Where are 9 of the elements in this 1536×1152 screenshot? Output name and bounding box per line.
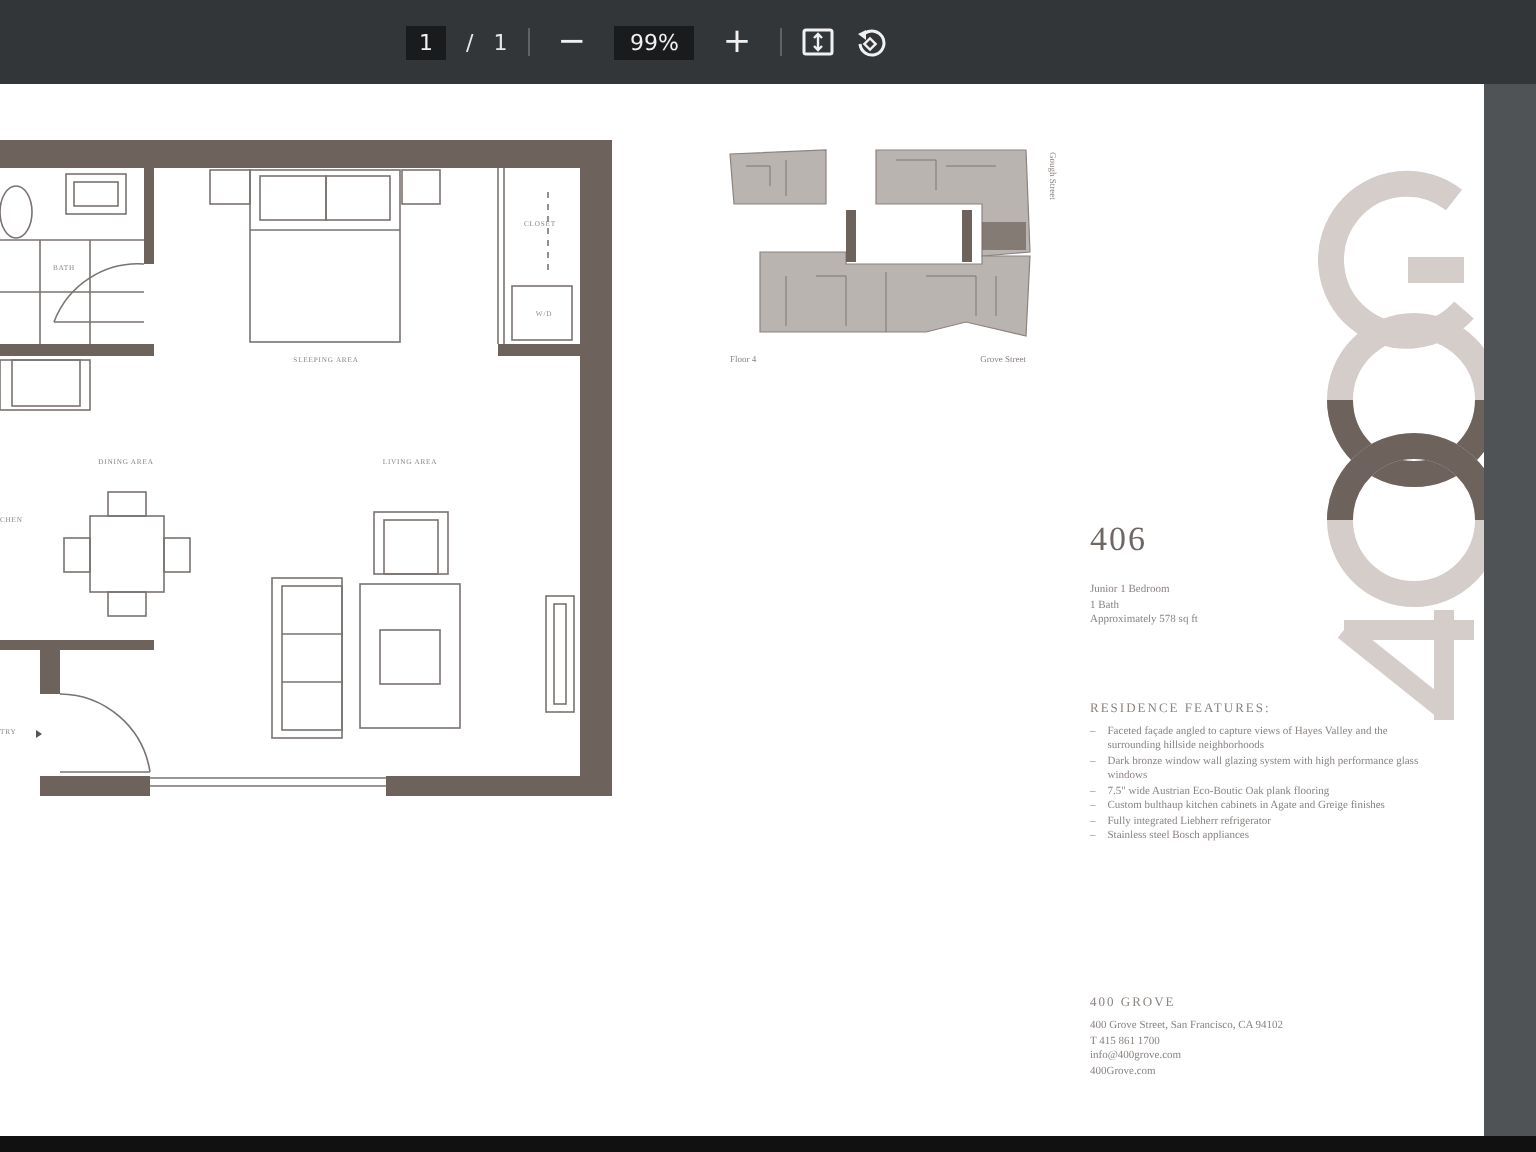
page-number-field[interactable]: 1 <box>406 25 446 59</box>
page-separator: / <box>466 29 474 55</box>
zoom-in-button[interactable]: + <box>714 25 760 59</box>
zoom-field[interactable]: 99% <box>613 25 695 59</box>
rotate-icon[interactable] <box>853 27 886 57</box>
page-count: 1 <box>493 29 508 55</box>
zoom-out-button[interactable]: − <box>549 25 594 59</box>
unit-number: 406 <box>1090 520 1149 560</box>
fit-page-icon[interactable] <box>801 28 834 56</box>
